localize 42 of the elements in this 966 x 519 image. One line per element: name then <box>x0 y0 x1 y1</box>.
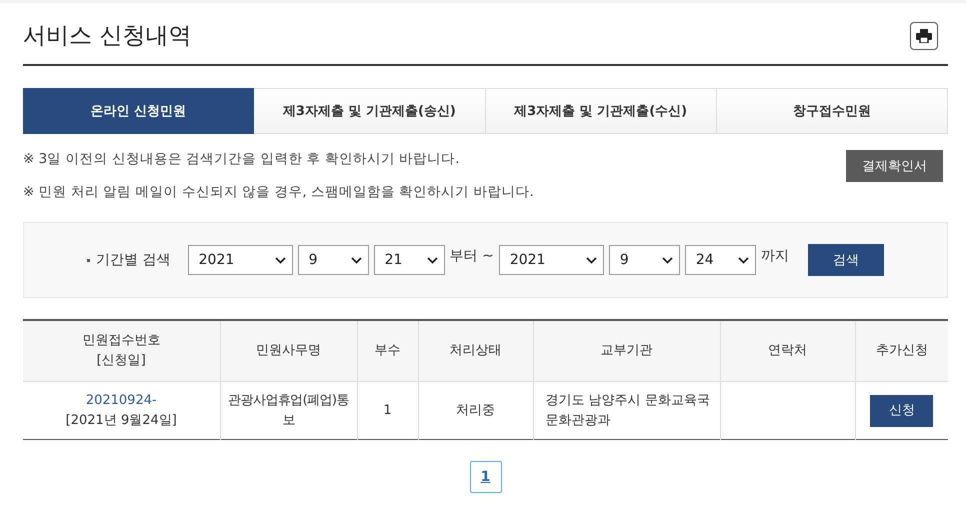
date-select[interactable]: 24 <box>684 245 756 275</box>
payment-confirmation-button[interactable]: 결제확인서 <box>846 150 943 182</box>
date-select[interactable]: 2021 <box>188 245 293 275</box>
search-button[interactable]: 검색 <box>808 244 884 276</box>
range-text: 까지 <box>760 247 789 265</box>
chevron-down-icon <box>274 256 286 264</box>
column-header: 처리상태 <box>418 320 533 382</box>
date-select[interactable]: 9 <box>608 245 680 275</box>
notice-text: ※ 3일 이전의 신청내용은 검색기간을 입력한 후 확인하시기 바랍니다. <box>23 150 461 168</box>
table-cell: 1 <box>357 382 418 440</box>
bullet-icon <box>87 258 90 262</box>
tab[interactable]: 제3자제출 및 기관제출(수신) <box>486 88 717 134</box>
table-cell: 처리중 <box>418 382 533 440</box>
range-text: 부터 ~ <box>450 247 494 265</box>
chevron-down-icon <box>738 256 749 264</box>
chevron-down-icon <box>426 256 438 264</box>
date-select[interactable]: 9 <box>298 245 369 275</box>
date-select[interactable]: 21 <box>374 245 445 275</box>
page-link[interactable]: 1 <box>470 461 502 493</box>
column-header: 연락처 <box>720 320 855 382</box>
column-header: 민원사무명 <box>220 320 357 382</box>
receipt-number-link[interactable]: 20210924- <box>24 390 218 410</box>
tab[interactable]: 제3자제출 및 기관제출(송신) <box>254 88 486 134</box>
column-header: 부수 <box>357 320 418 382</box>
column-header: 추가신청 <box>855 320 948 382</box>
tab[interactable]: 창구접수민원 <box>716 88 948 134</box>
date-select[interactable]: 2021 <box>498 245 604 275</box>
page-title: 서비스 신청내역 <box>23 22 192 51</box>
notice-text: ※ 민원 처리 알림 메일이 수신되지 않을 경우, 스팸메일함을 확인하시기 바랍니다. <box>23 183 534 201</box>
print-button[interactable] <box>910 22 938 50</box>
search-label: 기간별 검색 <box>96 251 171 269</box>
print-icon <box>916 28 932 42</box>
chevron-down-icon <box>350 256 362 264</box>
table-cell: 관광사업휴업(폐업)통보 <box>220 382 357 440</box>
table-cell: [2021년 9월24일] <box>66 412 177 428</box>
column-header: 교부기관 <box>533 320 720 382</box>
apply-button[interactable]: 신청 <box>870 394 934 426</box>
tab[interactable]: 온라인 신청민원 <box>23 88 254 134</box>
chevron-down-icon <box>586 256 597 264</box>
table-cell: 경기도 남양주시 문화교육국 문화관광과 <box>533 382 720 440</box>
column-header: 민원접수번호 [신청일] <box>23 320 220 382</box>
chevron-down-icon <box>662 256 673 264</box>
